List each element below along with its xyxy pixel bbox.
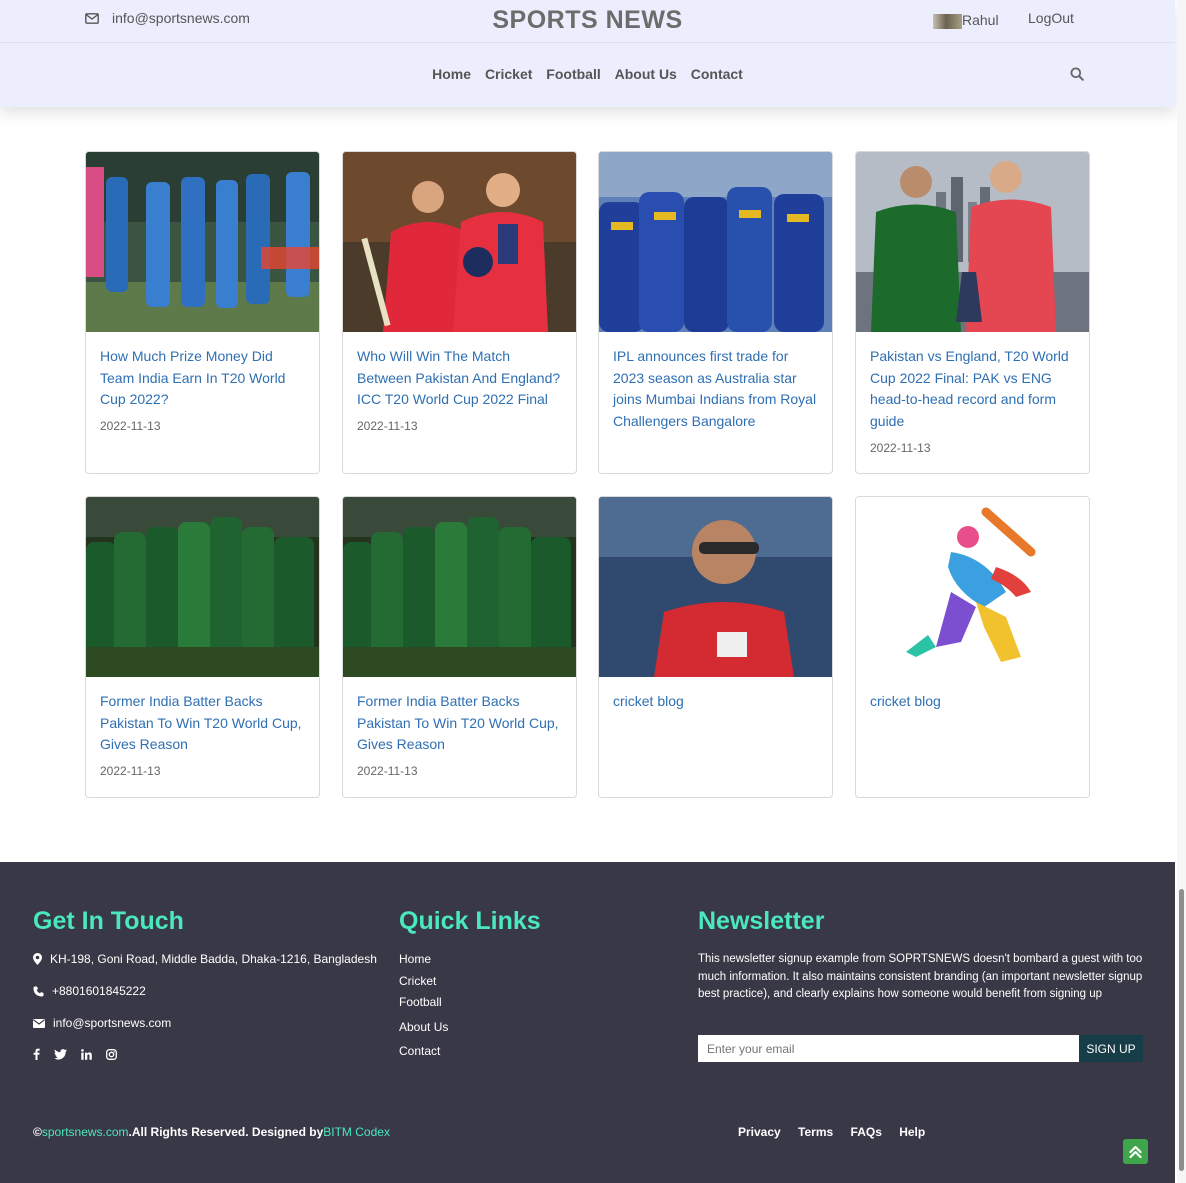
avatar	[933, 14, 962, 29]
phone-text: +8801601845222	[52, 984, 146, 998]
user-name: Rahul	[962, 11, 999, 28]
post-date: 2022-11-13	[100, 419, 161, 434]
main-nav: Home Cricket Football About Us Contact	[0, 66, 1175, 82]
post-title[interactable]: How Much Prize Money Did Team India Earn…	[100, 346, 305, 411]
post-image[interactable]	[343, 152, 576, 332]
post-date: 2022-11-13	[100, 764, 161, 779]
post-image[interactable]	[86, 497, 319, 677]
search-icon[interactable]	[1070, 67, 1084, 81]
post-card[interactable]: cricket blog	[598, 496, 833, 798]
site-footer: Get In Touch KH-198, Goni Road, Middle B…	[0, 862, 1175, 1183]
footer-link-help[interactable]: Help	[899, 1125, 925, 1139]
double-chevron-up-icon	[1129, 1145, 1142, 1158]
post-card[interactable]: Pakistan vs England, T20 World Cup 2022 …	[855, 151, 1090, 474]
post-title[interactable]: IPL announces first trade for 2023 seaso…	[613, 346, 818, 433]
facebook-icon[interactable]	[33, 1048, 40, 1060]
newsletter-heading: Newsletter	[698, 907, 825, 935]
post-title[interactable]: Pakistan vs England, T20 World Cup 2022 …	[870, 346, 1075, 433]
user-profile[interactable]: Rahul	[933, 10, 999, 29]
nav-home[interactable]: Home	[432, 66, 471, 82]
nav-about-us[interactable]: About Us	[615, 66, 677, 82]
quick-link-football[interactable]: Football	[399, 995, 442, 1009]
site-header: info@sportsnews.com SPORTS NEWS Rahul Lo…	[0, 0, 1175, 107]
footer-link-terms[interactable]: Terms	[798, 1125, 833, 1139]
nav-football[interactable]: Football	[546, 66, 600, 82]
quick-link-contact[interactable]: Contact	[399, 1044, 440, 1058]
contact-email[interactable]: info@sportsnews.com	[33, 1016, 171, 1030]
post-card[interactable]: Former India Batter Backs Pakistan To Wi…	[342, 496, 577, 798]
instagram-icon[interactable]	[106, 1048, 117, 1060]
footer-link-faqs[interactable]: FAQs	[851, 1125, 882, 1139]
social-links	[33, 1048, 117, 1060]
post-date: 2022-11-13	[357, 764, 418, 779]
quick-link-cricket[interactable]: Cricket	[399, 974, 436, 988]
contact-address: KH-198, Goni Road, Middle Badda, Dhaka-1…	[33, 952, 377, 966]
nav-cricket[interactable]: Cricket	[485, 66, 532, 82]
logout-link[interactable]: LogOut	[1028, 10, 1074, 26]
top-bar: info@sportsnews.com SPORTS NEWS Rahul Lo…	[0, 0, 1175, 43]
quick-links-heading: Quick Links	[399, 907, 541, 935]
post-title[interactable]: cricket blog	[613, 691, 818, 713]
post-image[interactable]	[599, 152, 832, 332]
newsletter-description: This newsletter signup example from SOPR…	[698, 953, 1143, 1001]
post-card[interactable]: Former India Batter Backs Pakistan To Wi…	[85, 496, 320, 798]
post-date: 2022-11-13	[357, 419, 418, 434]
newsletter-email-input[interactable]	[698, 1035, 1087, 1062]
signup-button[interactable]: SIGN UP	[1079, 1035, 1143, 1062]
copyright: ©sportsnews.com.All Rights Reserved. Des…	[33, 1125, 390, 1139]
post-image[interactable]	[86, 152, 319, 332]
nav-contact[interactable]: Contact	[691, 66, 743, 82]
post-title[interactable]: Former India Batter Backs Pakistan To Wi…	[357, 691, 562, 756]
envelope-icon	[33, 1018, 45, 1028]
footer-links: Privacy Terms FAQs Help	[738, 1125, 939, 1139]
quick-link-home[interactable]: Home	[399, 952, 431, 966]
post-image[interactable]	[856, 497, 1089, 677]
twitter-icon[interactable]	[54, 1048, 67, 1060]
quick-link-about-us[interactable]: About Us	[399, 1020, 448, 1034]
post-card[interactable]: IPL announces first trade for 2023 seaso…	[598, 151, 833, 474]
post-date: 2022-11-13	[870, 440, 931, 455]
site-brand[interactable]: SPORTS NEWS	[0, 6, 1175, 35]
email-text: info@sportsnews.com	[53, 1016, 172, 1030]
get-in-touch-heading: Get In Touch	[33, 907, 184, 935]
post-card[interactable]: Who Will Win The Match Between Pakistan …	[342, 151, 577, 474]
post-card[interactable]: How Much Prize Money Did Team India Earn…	[85, 151, 320, 474]
page-scrollbar-thumb[interactable]	[1179, 889, 1184, 1171]
post-title[interactable]: Former India Batter Backs Pakistan To Wi…	[100, 691, 305, 756]
post-card[interactable]: cricket blog	[855, 496, 1090, 798]
copyright-site-link[interactable]: sportsnews.com	[42, 1125, 129, 1139]
contact-phone[interactable]: +8801601845222	[33, 984, 146, 998]
map-marker-icon	[33, 953, 42, 965]
copyright-text: .All Rights Reserved. Designed by	[128, 1125, 324, 1139]
post-image[interactable]	[343, 497, 576, 677]
back-to-top-button[interactable]	[1123, 1139, 1148, 1164]
address-text: KH-198, Goni Road, Middle Badda, Dhaka-1…	[50, 952, 377, 966]
post-title[interactable]: cricket blog	[870, 691, 1075, 713]
phone-icon	[33, 986, 44, 996]
linkedin-icon[interactable]	[81, 1048, 92, 1060]
post-image[interactable]	[599, 497, 832, 677]
copyright-symbol: ©	[33, 1125, 42, 1139]
footer-link-privacy[interactable]: Privacy	[738, 1125, 781, 1139]
post-title[interactable]: Who Will Win The Match Between Pakistan …	[357, 346, 562, 411]
post-image[interactable]	[856, 152, 1089, 332]
designer-link[interactable]: BITM Codex	[323, 1125, 390, 1139]
